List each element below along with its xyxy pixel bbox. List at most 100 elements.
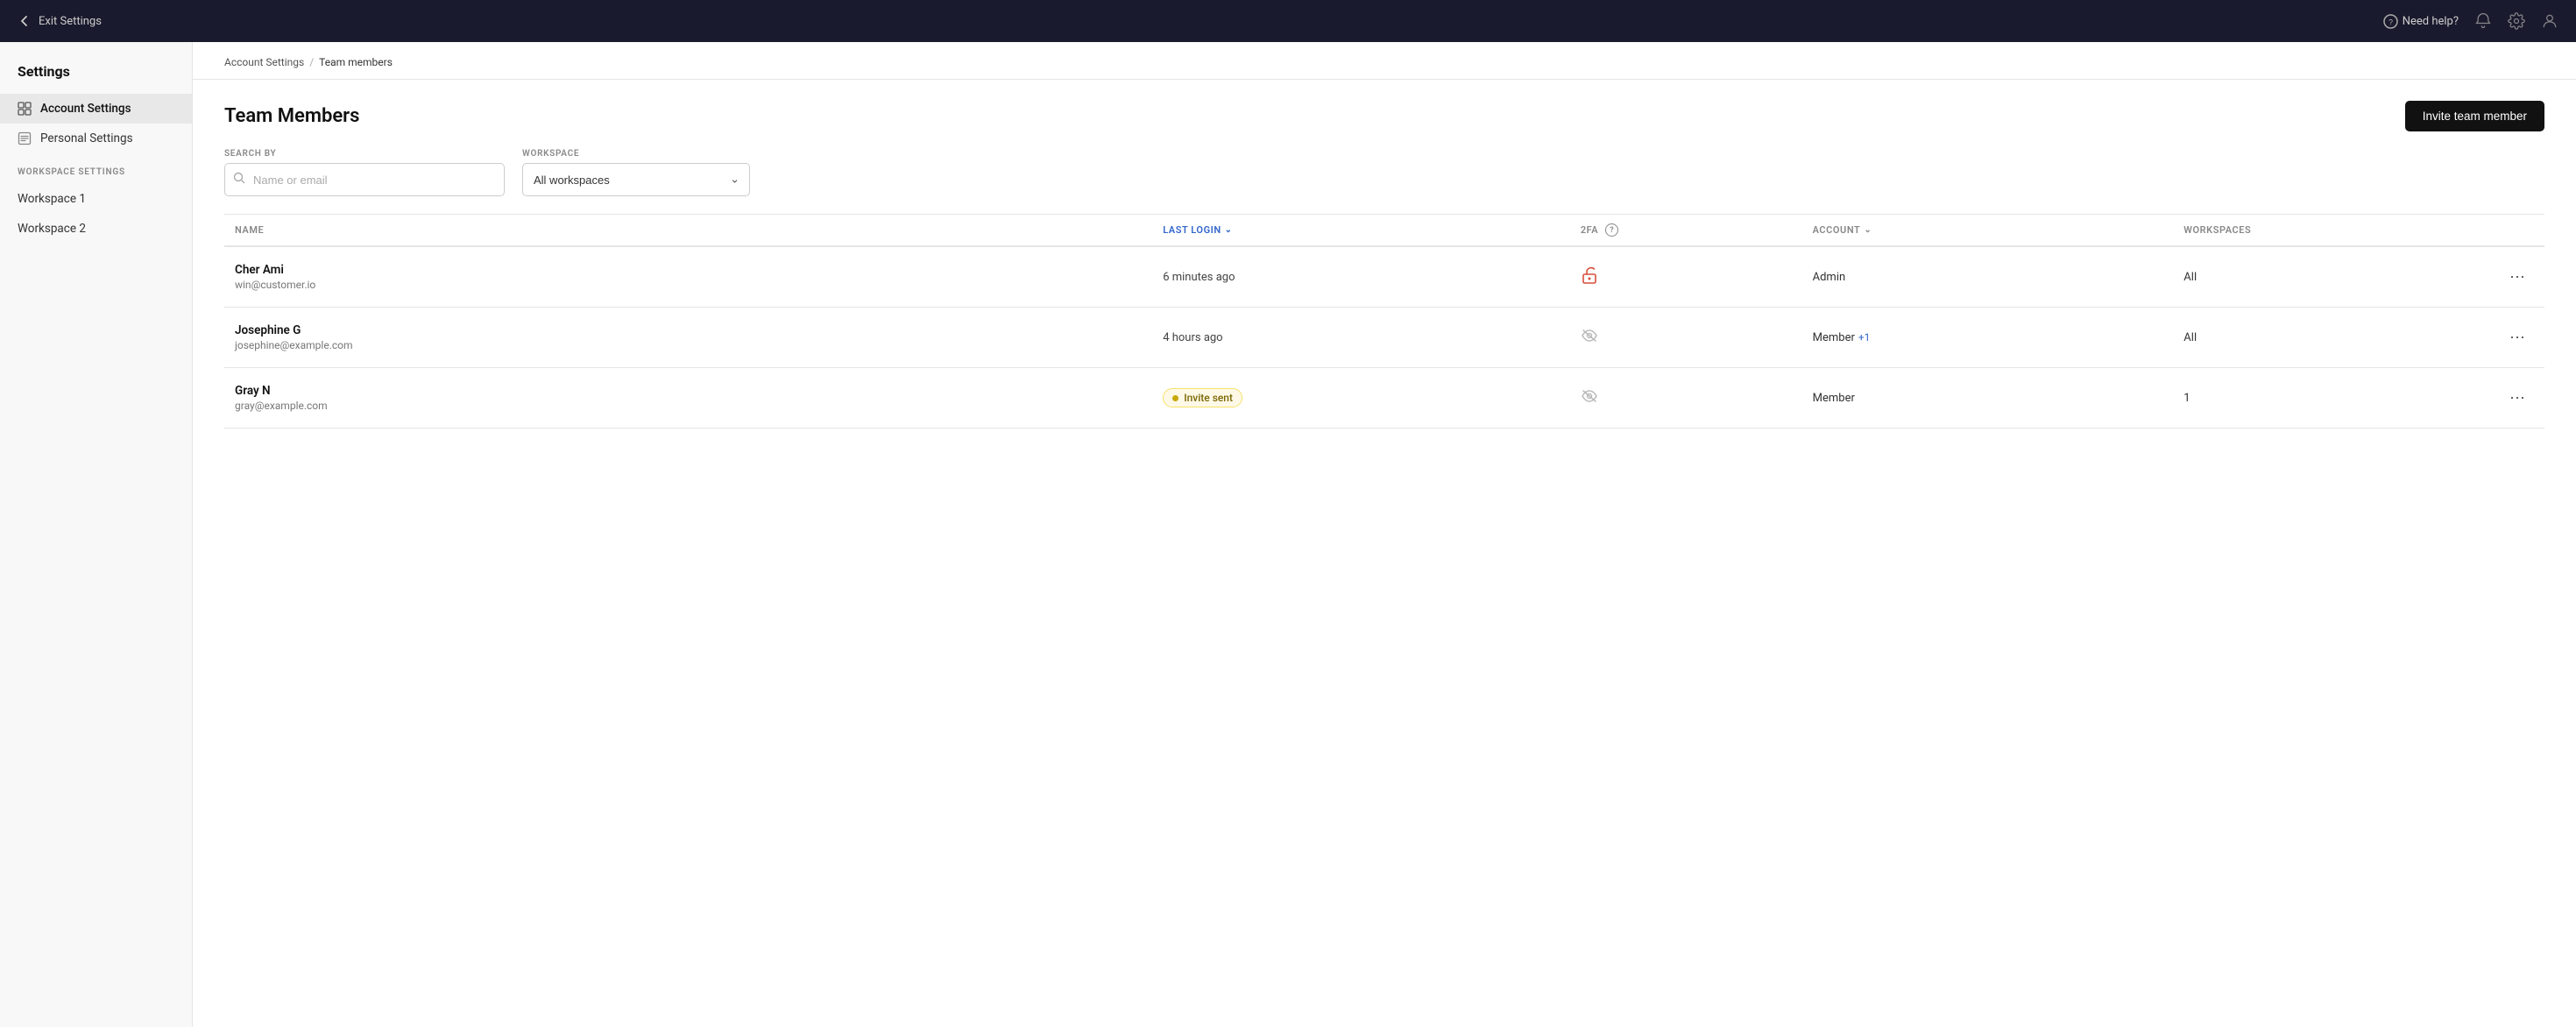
member-name-cell: Cher Ami win@customer.io <box>224 246 1152 308</box>
col-header-2fa: 2FA ? <box>1570 215 1802 247</box>
table-header-row: NAME LAST LOGIN ⌄ 2FA ? <box>224 215 2544 247</box>
filters-bar: SEARCH BY WORKSPACE All workspaces <box>193 149 2576 214</box>
last-login-text: 6 minutes ago <box>1163 271 1235 284</box>
member-actions-cell: ⋯ <box>2452 246 2544 308</box>
member-email: josephine@example.com <box>235 339 1142 351</box>
member-last-login-cell: Invite sent <box>1152 368 1570 429</box>
member-more-button[interactable]: ⋯ <box>2502 265 2534 290</box>
main-content: Account Settings / Team members Team Mem… <box>193 42 2576 1027</box>
user-avatar-icon[interactable] <box>2541 12 2558 30</box>
svg-text:?: ? <box>2388 18 2393 26</box>
sort-arrow-icon: ⌄ <box>1225 225 1233 235</box>
need-help-label: Need help? <box>2403 15 2459 28</box>
sidebar-item-account-settings[interactable]: Account Settings <box>0 94 192 124</box>
col-header-actions <box>2452 215 2544 247</box>
sidebar-item-workspace-1[interactable]: Workspace 1 <box>0 184 192 214</box>
need-help-button[interactable]: ? Need help? <box>2383 14 2459 29</box>
search-filter-group: SEARCH BY <box>224 149 505 196</box>
back-arrow-icon <box>18 14 32 28</box>
col-header-last-login[interactable]: LAST LOGIN ⌄ <box>1152 215 1570 247</box>
exit-settings-label: Exit Settings <box>39 15 102 28</box>
page-header: Team Members Invite team member <box>193 80 2576 149</box>
account-role: Member <box>1813 392 1855 405</box>
member-actions-cell: ⋯ <box>2452 308 2544 368</box>
table-row: Josephine G josephine@example.com 4 hours … <box>224 308 2544 368</box>
member-workspaces-cell: 1 <box>2173 368 2452 429</box>
col-header-name: NAME <box>224 215 1152 247</box>
account-settings-icon <box>18 102 32 116</box>
member-more-button[interactable]: ⋯ <box>2502 386 2534 411</box>
workspace-settings-section-title: WORKSPACE SETTINGS <box>0 153 192 184</box>
workspace-filter-label: WORKSPACE <box>522 149 750 159</box>
member-name: Cher Ami <box>235 263 1142 277</box>
member-email: gray@example.com <box>235 400 1142 412</box>
member-actions-cell: ⋯ <box>2452 368 2544 429</box>
breadcrumb-current: Team members <box>319 56 393 68</box>
notifications-icon[interactable] <box>2474 12 2492 30</box>
table-row: Cher Ami win@customer.io 6 minutes ago Adm… <box>224 246 2544 308</box>
member-2fa-cell <box>1570 368 1802 429</box>
member-2fa-cell <box>1570 246 1802 308</box>
sidebar-item-workspace-2[interactable]: Workspace 2 <box>0 214 192 244</box>
member-last-login-cell: 6 minutes ago <box>1152 246 1570 308</box>
workspace-1-label: Workspace 1 <box>18 192 86 206</box>
member-name-cell: Josephine G josephine@example.com <box>224 308 1152 368</box>
workspace-select-wrapper: All workspaces Workspace 1 Workspace 2 ⌄ <box>522 163 750 196</box>
invite-sent-badge: Invite sent <box>1163 388 1242 407</box>
col-header-account[interactable]: ACCOUNT ⌄ <box>1802 215 2174 247</box>
member-account-cell: Admin <box>1802 246 2174 308</box>
exit-settings-button[interactable]: Exit Settings <box>18 14 102 28</box>
2fa-disabled-icon <box>1581 327 1598 348</box>
breadcrumb-separator: / <box>309 56 314 68</box>
table-row: Gray N gray@example.com Invite sent Member… <box>224 368 2544 429</box>
topnav-actions: ? Need help? <box>2383 12 2558 30</box>
search-label: SEARCH BY <box>224 149 505 159</box>
2fa-help-icon[interactable]: ? <box>1605 223 1618 237</box>
sidebar: Settings Account Settings Personal Setti… <box>0 42 193 1027</box>
members-table-container: NAME LAST LOGIN ⌄ 2FA ? <box>193 214 2576 429</box>
member-account-cell: Member+1 <box>1802 308 2174 368</box>
personal-settings-icon <box>18 131 32 145</box>
member-email: win@customer.io <box>235 279 1142 291</box>
sidebar-item-personal-settings[interactable]: Personal Settings <box>0 124 192 153</box>
breadcrumb: Account Settings / Team members <box>193 42 2576 80</box>
search-input[interactable] <box>224 163 505 196</box>
workspaces-value: All <box>2183 331 2197 344</box>
app-layout: Settings Account Settings Personal Setti… <box>0 42 2576 1027</box>
workspaces-value: All <box>2183 271 2197 284</box>
member-workspaces-cell: All <box>2173 246 2452 308</box>
personal-settings-label: Personal Settings <box>40 131 133 145</box>
workspace-2-label: Workspace 2 <box>18 222 86 236</box>
search-wrapper <box>224 163 505 196</box>
2fa-disabled-icon <box>1581 387 1598 408</box>
member-2fa-cell <box>1570 308 1802 368</box>
2fa-unlocked-icon <box>1581 266 1598 287</box>
member-name: Josephine G <box>235 323 1142 337</box>
settings-gear-icon[interactable] <box>2508 12 2525 30</box>
invite-sent-label: Invite sent <box>1184 392 1233 404</box>
last-login-text: 4 hours ago <box>1163 331 1222 344</box>
workspace-filter-group: WORKSPACE All workspaces Workspace 1 Wor… <box>522 149 750 196</box>
breadcrumb-parent-link[interactable]: Account Settings <box>224 56 304 68</box>
member-account-cell: Member <box>1802 368 2174 429</box>
members-table: NAME LAST LOGIN ⌄ 2FA ? <box>224 214 2544 429</box>
member-last-login-cell: 4 hours ago <box>1152 308 1570 368</box>
account-role: Admin <box>1813 271 1846 284</box>
account-settings-label: Account Settings <box>40 102 131 116</box>
workspace-select[interactable]: All workspaces Workspace 1 Workspace 2 <box>522 163 750 196</box>
member-name-cell: Gray N gray@example.com <box>224 368 1152 429</box>
member-name: Gray N <box>235 384 1142 398</box>
col-header-workspaces: WORKSPACES <box>2173 215 2452 247</box>
account-sort-arrow-icon: ⌄ <box>1864 225 1872 235</box>
badge-dot <box>1172 395 1178 401</box>
page-title: Team Members <box>224 105 359 127</box>
member-workspaces-cell: All <box>2173 308 2452 368</box>
account-role: Member <box>1813 331 1855 344</box>
settings-heading: Settings <box>0 60 192 94</box>
member-more-button[interactable]: ⋯ <box>2502 325 2534 351</box>
workspaces-value: 1 <box>2183 392 2190 405</box>
help-circle-icon: ? <box>2383 14 2398 29</box>
invite-team-member-button[interactable]: Invite team member <box>2405 101 2544 131</box>
account-extra[interactable]: +1 <box>1858 331 1871 344</box>
top-navigation: Exit Settings ? Need help? <box>0 0 2576 42</box>
